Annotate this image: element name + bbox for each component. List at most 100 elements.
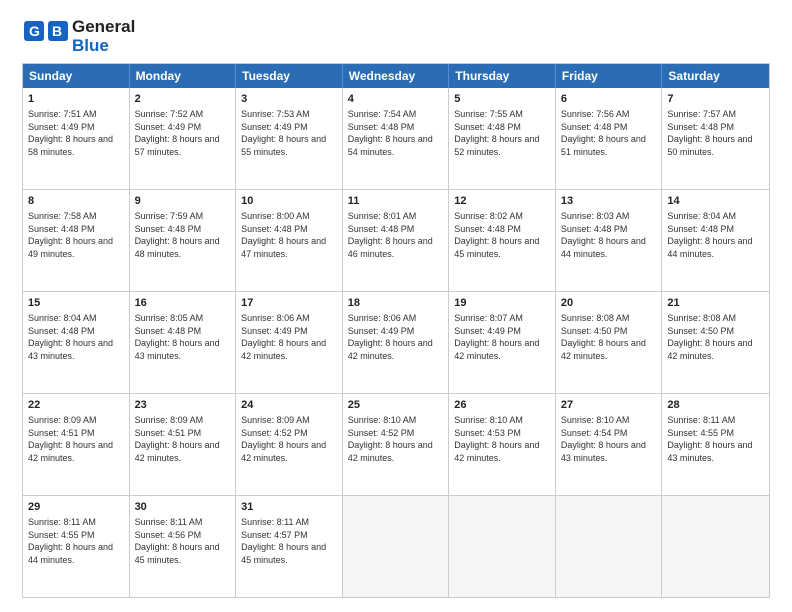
day-header-wednesday: Wednesday (343, 64, 450, 88)
day-info: Sunrise: 8:09 AMSunset: 4:52 PMDaylight:… (241, 414, 337, 464)
day-number: 5 (454, 92, 550, 107)
day-info: Sunrise: 8:06 AMSunset: 4:49 PMDaylight:… (348, 312, 444, 362)
day-info: Sunrise: 8:07 AMSunset: 4:49 PMDaylight:… (454, 312, 550, 362)
day-number: 7 (667, 92, 764, 107)
day-cell-11: 11Sunrise: 8:01 AMSunset: 4:48 PMDayligh… (343, 190, 450, 291)
day-cell-20: 20Sunrise: 8:08 AMSunset: 4:50 PMDayligh… (556, 292, 663, 393)
day-cell-23: 23Sunrise: 8:09 AMSunset: 4:51 PMDayligh… (130, 394, 237, 495)
day-header-saturday: Saturday (662, 64, 769, 88)
day-cell-27: 27Sunrise: 8:10 AMSunset: 4:54 PMDayligh… (556, 394, 663, 495)
day-info: Sunrise: 8:10 AMSunset: 4:53 PMDaylight:… (454, 414, 550, 464)
day-info: Sunrise: 8:11 AMSunset: 4:57 PMDaylight:… (241, 516, 337, 566)
day-info: Sunrise: 8:09 AMSunset: 4:51 PMDaylight:… (135, 414, 231, 464)
day-number: 13 (561, 194, 657, 209)
day-number: 31 (241, 500, 337, 515)
svg-text:G: G (29, 23, 40, 39)
day-cell-30: 30Sunrise: 8:11 AMSunset: 4:56 PMDayligh… (130, 496, 237, 597)
header: G B General Blue (22, 18, 770, 55)
day-cell-26: 26Sunrise: 8:10 AMSunset: 4:53 PMDayligh… (449, 394, 556, 495)
day-info: Sunrise: 8:02 AMSunset: 4:48 PMDaylight:… (454, 210, 550, 260)
day-info: Sunrise: 7:55 AMSunset: 4:48 PMDaylight:… (454, 108, 550, 158)
day-info: Sunrise: 8:09 AMSunset: 4:51 PMDaylight:… (28, 414, 124, 464)
logo: G B General Blue (22, 18, 135, 55)
day-info: Sunrise: 7:52 AMSunset: 4:49 PMDaylight:… (135, 108, 231, 158)
day-info: Sunrise: 8:01 AMSunset: 4:48 PMDaylight:… (348, 210, 444, 260)
day-number: 3 (241, 92, 337, 107)
day-info: Sunrise: 8:08 AMSunset: 4:50 PMDaylight:… (561, 312, 657, 362)
calendar-week-4: 22Sunrise: 8:09 AMSunset: 4:51 PMDayligh… (23, 393, 769, 495)
day-info: Sunrise: 7:57 AMSunset: 4:48 PMDaylight:… (667, 108, 764, 158)
day-header-thursday: Thursday (449, 64, 556, 88)
day-number: 18 (348, 296, 444, 311)
day-cell-6: 6Sunrise: 7:56 AMSunset: 4:48 PMDaylight… (556, 88, 663, 189)
day-number: 4 (348, 92, 444, 107)
empty-cell (662, 496, 769, 597)
day-info: Sunrise: 7:54 AMSunset: 4:48 PMDaylight:… (348, 108, 444, 158)
day-info: Sunrise: 7:59 AMSunset: 4:48 PMDaylight:… (135, 210, 231, 260)
day-number: 28 (667, 398, 764, 413)
calendar-body: 1Sunrise: 7:51 AMSunset: 4:49 PMDaylight… (23, 88, 769, 597)
day-info: Sunrise: 8:05 AMSunset: 4:48 PMDaylight:… (135, 312, 231, 362)
day-cell-15: 15Sunrise: 8:04 AMSunset: 4:48 PMDayligh… (23, 292, 130, 393)
day-cell-18: 18Sunrise: 8:06 AMSunset: 4:49 PMDayligh… (343, 292, 450, 393)
day-number: 10 (241, 194, 337, 209)
day-number: 19 (454, 296, 550, 311)
calendar-week-2: 8Sunrise: 7:58 AMSunset: 4:48 PMDaylight… (23, 189, 769, 291)
day-header-friday: Friday (556, 64, 663, 88)
day-info: Sunrise: 8:06 AMSunset: 4:49 PMDaylight:… (241, 312, 337, 362)
day-cell-14: 14Sunrise: 8:04 AMSunset: 4:48 PMDayligh… (662, 190, 769, 291)
day-cell-9: 9Sunrise: 7:59 AMSunset: 4:48 PMDaylight… (130, 190, 237, 291)
empty-cell (343, 496, 450, 597)
day-number: 2 (135, 92, 231, 107)
calendar-week-3: 15Sunrise: 8:04 AMSunset: 4:48 PMDayligh… (23, 291, 769, 393)
day-info: Sunrise: 8:00 AMSunset: 4:48 PMDaylight:… (241, 210, 337, 260)
day-number: 20 (561, 296, 657, 311)
day-cell-4: 4Sunrise: 7:54 AMSunset: 4:48 PMDaylight… (343, 88, 450, 189)
day-number: 17 (241, 296, 337, 311)
calendar-header: SundayMondayTuesdayWednesdayThursdayFrid… (23, 64, 769, 88)
day-cell-21: 21Sunrise: 8:08 AMSunset: 4:50 PMDayligh… (662, 292, 769, 393)
day-info: Sunrise: 8:11 AMSunset: 4:56 PMDaylight:… (135, 516, 231, 566)
day-cell-3: 3Sunrise: 7:53 AMSunset: 4:49 PMDaylight… (236, 88, 343, 189)
day-number: 21 (667, 296, 764, 311)
logo-icon: G B (22, 19, 70, 55)
day-cell-29: 29Sunrise: 8:11 AMSunset: 4:55 PMDayligh… (23, 496, 130, 597)
day-header-sunday: Sunday (23, 64, 130, 88)
day-info: Sunrise: 7:56 AMSunset: 4:48 PMDaylight:… (561, 108, 657, 158)
day-info: Sunrise: 8:11 AMSunset: 4:55 PMDaylight:… (667, 414, 764, 464)
day-cell-12: 12Sunrise: 8:02 AMSunset: 4:48 PMDayligh… (449, 190, 556, 291)
day-info: Sunrise: 7:53 AMSunset: 4:49 PMDaylight:… (241, 108, 337, 158)
day-number: 1 (28, 92, 124, 107)
calendar: SundayMondayTuesdayWednesdayThursdayFrid… (22, 63, 770, 598)
day-cell-5: 5Sunrise: 7:55 AMSunset: 4:48 PMDaylight… (449, 88, 556, 189)
day-number: 8 (28, 194, 124, 209)
day-cell-31: 31Sunrise: 8:11 AMSunset: 4:57 PMDayligh… (236, 496, 343, 597)
day-cell-13: 13Sunrise: 8:03 AMSunset: 4:48 PMDayligh… (556, 190, 663, 291)
day-cell-17: 17Sunrise: 8:06 AMSunset: 4:49 PMDayligh… (236, 292, 343, 393)
day-cell-10: 10Sunrise: 8:00 AMSunset: 4:48 PMDayligh… (236, 190, 343, 291)
day-number: 12 (454, 194, 550, 209)
day-info: Sunrise: 7:51 AMSunset: 4:49 PMDaylight:… (28, 108, 124, 158)
day-info: Sunrise: 7:58 AMSunset: 4:48 PMDaylight:… (28, 210, 124, 260)
day-info: Sunrise: 8:03 AMSunset: 4:48 PMDaylight:… (561, 210, 657, 260)
day-number: 27 (561, 398, 657, 413)
day-cell-28: 28Sunrise: 8:11 AMSunset: 4:55 PMDayligh… (662, 394, 769, 495)
day-cell-25: 25Sunrise: 8:10 AMSunset: 4:52 PMDayligh… (343, 394, 450, 495)
day-info: Sunrise: 8:10 AMSunset: 4:52 PMDaylight:… (348, 414, 444, 464)
day-header-tuesday: Tuesday (236, 64, 343, 88)
day-number: 6 (561, 92, 657, 107)
day-number: 16 (135, 296, 231, 311)
day-number: 15 (28, 296, 124, 311)
day-info: Sunrise: 8:04 AMSunset: 4:48 PMDaylight:… (667, 210, 764, 260)
day-info: Sunrise: 8:04 AMSunset: 4:48 PMDaylight:… (28, 312, 124, 362)
day-cell-22: 22Sunrise: 8:09 AMSunset: 4:51 PMDayligh… (23, 394, 130, 495)
day-number: 25 (348, 398, 444, 413)
day-header-monday: Monday (130, 64, 237, 88)
day-cell-7: 7Sunrise: 7:57 AMSunset: 4:48 PMDaylight… (662, 88, 769, 189)
day-number: 30 (135, 500, 231, 515)
day-number: 29 (28, 500, 124, 515)
day-info: Sunrise: 8:11 AMSunset: 4:55 PMDaylight:… (28, 516, 124, 566)
day-info: Sunrise: 8:08 AMSunset: 4:50 PMDaylight:… (667, 312, 764, 362)
day-cell-16: 16Sunrise: 8:05 AMSunset: 4:48 PMDayligh… (130, 292, 237, 393)
logo-blue: Blue (72, 37, 135, 56)
